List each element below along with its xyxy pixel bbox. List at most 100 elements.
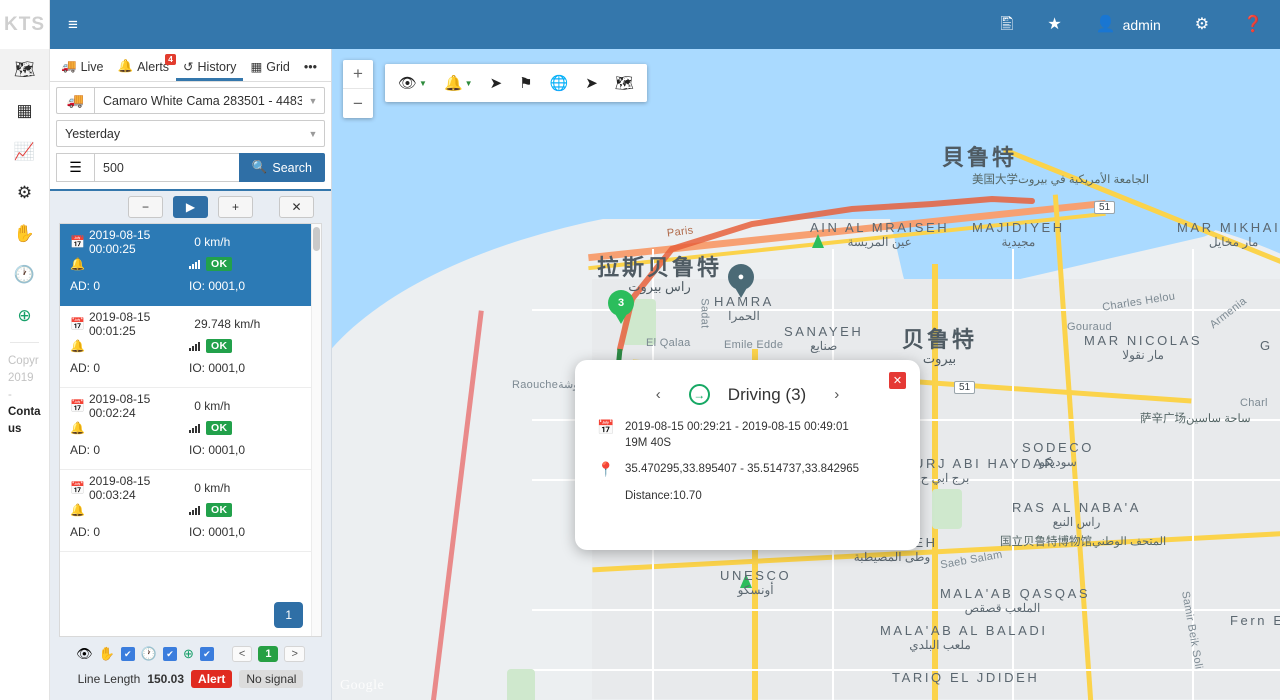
sidebar-item-stops[interactable]: ✋ — [0, 213, 49, 254]
sidebar-item-grid[interactable]: ▦ — [0, 90, 49, 131]
pager-prev[interactable]: < — [231, 646, 253, 662]
close-playback-button[interactable]: ✕ — [279, 196, 314, 218]
bell-icon: 🔔 — [117, 59, 134, 73]
map-pin-icon: 📍 — [597, 461, 615, 477]
vehicle-select-value: Camaro White Cama 283501 - 4483034 — [103, 93, 302, 108]
favorites-button[interactable]: ★ — [1030, 0, 1078, 49]
row-io: IO: 0001,0 — [189, 443, 246, 457]
popup-duration: 19M 40S — [625, 437, 672, 449]
alert-tag[interactable]: Alert — [191, 670, 233, 688]
row-speed: 0 km/h — [194, 399, 231, 413]
navigate-button[interactable]: ➤ — [578, 74, 605, 92]
no-signal-tag[interactable]: No signal — [239, 670, 304, 688]
stops-checkbox[interactable]: ✔ — [120, 647, 135, 661]
scrollbar-thumb[interactable] — [313, 227, 320, 251]
send-button[interactable]: ➤ — [483, 74, 510, 92]
popup-time-row: 📅 2019-08-15 00:29:21 - 2019-08-15 00:49… — [597, 419, 898, 451]
vehicle-select[interactable]: 🚚 Camaro White Cama 283501 - 4483034 ▼ — [56, 87, 325, 114]
close-icon[interactable]: ✕ — [889, 372, 906, 389]
row-date: 2019-08-15 00:03:24 — [88, 474, 151, 502]
eye-icon[interactable]: 👁 — [76, 646, 93, 662]
sidebar-item-idle[interactable]: 🕐 — [0, 254, 49, 295]
route-marker-3[interactable]: 3 — [608, 290, 634, 324]
signal-icon — [189, 423, 200, 433]
route-marker-stop[interactable]: ● — [728, 264, 754, 298]
geofence-button[interactable]: 🌐 — [543, 74, 576, 92]
bell-icon: 🔔 — [70, 503, 85, 517]
translate-button[interactable]: 🖺 — [983, 0, 1030, 49]
sidebar-item-driving[interactable]: ⊕ — [0, 295, 49, 336]
map-canvas[interactable]: 3 ● 51 51 51 貝鲁特 美国大学الجامعة الأمريكية ف… — [332, 49, 1280, 700]
idle-checkbox[interactable]: ✔ — [162, 647, 177, 661]
tab-live[interactable]: 🚚 Live — [54, 55, 111, 81]
speed-up-button[interactable]: + — [218, 196, 253, 218]
popup-title: Driving (3) — [727, 384, 807, 404]
tab-history[interactable]: ↺ History — [176, 55, 244, 81]
contact-link-2[interactable]: us — [8, 421, 41, 438]
driving-checkbox[interactable]: ✔ — [199, 647, 214, 661]
line-length-value: 150.03 — [147, 672, 185, 686]
clock-icon[interactable]: 🕐 — [141, 646, 157, 662]
copyright-line-2: 2019 — [8, 372, 34, 384]
list-scrollbar[interactable] — [311, 224, 321, 636]
status-badge: OK — [206, 257, 233, 271]
rail-footer: Copyr 2019 - Conta us — [0, 349, 49, 442]
visibility-dropdown[interactable]: 👁 ▼ — [391, 74, 434, 92]
panel-footer: 👁 ✋ ✔ 🕐 ✔ ⊕ ✔ < 1 > Line Length 150.03 A… — [50, 637, 331, 700]
sidebar-item-settings[interactable]: ⚙ — [0, 172, 49, 213]
zoom-in-button[interactable]: + — [343, 60, 373, 89]
prev-trip-button[interactable]: ‹ — [642, 386, 675, 403]
tab-alerts[interactable]: 🔔 Alerts 4 — [111, 54, 177, 81]
contact-link-1[interactable]: Conta — [8, 404, 41, 421]
signal-icon — [189, 505, 200, 515]
help-button[interactable]: ❓ — [1226, 0, 1280, 49]
copyright-line-3: - — [8, 389, 12, 401]
popup-coords: 35.470295,33.895407 - 35.514737,33.84296… — [625, 463, 860, 475]
tab-grid-label: Grid — [266, 59, 290, 74]
zoom-out-button[interactable]: − — [343, 89, 373, 118]
pager-current[interactable]: 1 — [258, 646, 279, 662]
tab-grid[interactable]: ▦ Grid — [243, 55, 296, 81]
limit-input[interactable]: 500 — [94, 153, 239, 182]
hamburger-menu-icon[interactable]: ≡ — [50, 15, 96, 35]
page-number-badge[interactable]: 1 — [274, 602, 303, 628]
table-row[interactable]: 📅 2019-08-15 00:01:25 29.748 km/h 🔔 OK A… — [60, 306, 311, 388]
pager-next[interactable]: > — [284, 646, 305, 662]
table-row[interactable]: 📅 2019-08-15 00:03:24 0 km/h 🔔 OK AD: 0 … — [60, 470, 311, 552]
settings-button[interactable]: ⚙ — [1178, 0, 1226, 49]
sidebar-item-map[interactable]: 🗺 — [0, 49, 49, 90]
next-trip-button[interactable]: › — [820, 386, 853, 403]
list-icon: ☰ — [56, 153, 94, 182]
history-list-container: 📅 2019-08-15 00:00:25 0 km/h 🔔 OK AD: 0 … — [59, 223, 322, 637]
user-menu[interactable]: 👤 admin — [1079, 0, 1178, 49]
chevron-down-icon: ▼ — [308, 128, 318, 139]
arrow-circle-icon[interactable]: ⊕ — [183, 646, 194, 662]
tab-more[interactable]: ••• — [297, 56, 324, 81]
popup-time-text: 2019-08-15 00:29:21 - 2019-08-15 00:49:0… — [625, 419, 849, 451]
period-select[interactable]: Yesterday ▼ — [56, 120, 325, 147]
table-row[interactable]: 📅 2019-08-15 00:02:24 0 km/h 🔔 OK AD: 0 … — [60, 388, 311, 470]
row-ad: AD: 0 — [70, 525, 101, 539]
row-io: IO: 0001,0 — [189, 361, 246, 375]
gears-icon: ⚙ — [1194, 15, 1210, 33]
app-logo: KTS — [4, 13, 45, 35]
alerts-dropdown[interactable]: 🔔 ▼ — [437, 74, 480, 92]
sidebar-item-reports[interactable]: 📈 — [0, 131, 49, 172]
row-ad: AD: 0 — [70, 443, 101, 457]
hand-icon[interactable]: ✋ — [99, 646, 115, 662]
zoom-controls: + − — [343, 60, 373, 118]
signal-icon — [189, 341, 200, 351]
popup-distance: Distance:10.70 — [625, 490, 702, 502]
top-header-bar: ≡ 🖺 ★ 👤 admin ⚙ ❓ — [50, 0, 1280, 49]
table-row[interactable]: 📅 2019-08-15 00:00:25 0 km/h 🔔 OK AD: 0 … — [60, 224, 311, 306]
panel-tabs: 🚚 Live 🔔 Alerts 4 ↺ History ▦ Grid ••• — [50, 49, 331, 82]
tab-history-label: History — [197, 59, 237, 74]
flag-button[interactable]: ⚑ — [512, 74, 539, 92]
search-button[interactable]: 🔍 Search — [238, 153, 325, 182]
history-list[interactable]: 📅 2019-08-15 00:00:25 0 km/h 🔔 OK AD: 0 … — [60, 224, 311, 636]
alerts-badge: 4 — [165, 54, 177, 65]
map-layers-button[interactable]: 🗺 — [608, 74, 641, 92]
play-button[interactable]: ▶ — [173, 196, 208, 218]
footer-stats: Line Length 150.03 Alert No signal — [50, 670, 331, 688]
speed-down-button[interactable]: − — [128, 196, 163, 218]
